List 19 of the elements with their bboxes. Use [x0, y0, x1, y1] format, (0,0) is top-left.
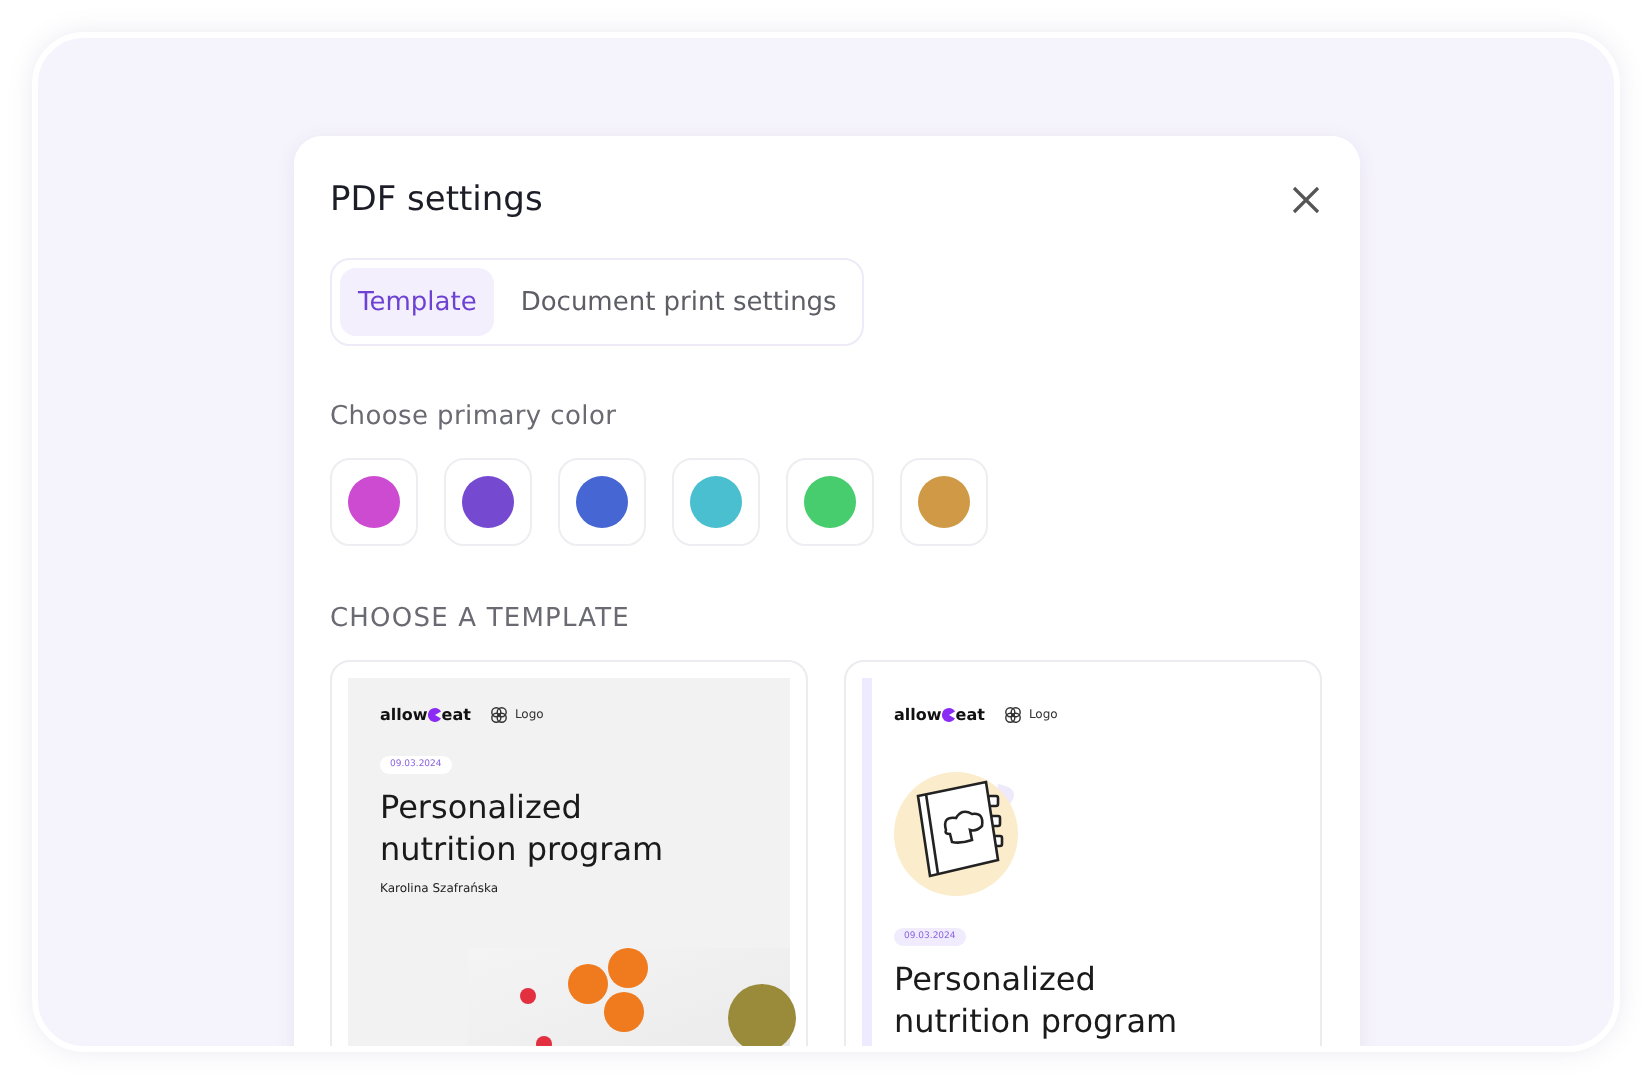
- color-swatch[interactable]: [786, 458, 874, 546]
- dialog-title: PDF settings: [330, 180, 543, 220]
- brand-logo: allow eat: [894, 706, 985, 724]
- document-title: Personalized nutrition program: [380, 786, 666, 870]
- logo-placeholder-icon: [490, 706, 509, 724]
- color-swatch[interactable]: [900, 458, 988, 546]
- tab[interactable]: Template: [340, 268, 495, 336]
- close-icon: [1292, 186, 1320, 214]
- section-label: Choose primary color: [330, 402, 619, 432]
- color-swatch[interactable]: [558, 458, 646, 546]
- color-swatch[interactable]: [444, 458, 532, 546]
- document-title: Personalized nutrition program: [894, 958, 1180, 1042]
- color-swatch[interactable]: [672, 458, 760, 546]
- tab[interactable]: Document print settings: [502, 268, 855, 336]
- color-swatch[interactable]: [330, 458, 418, 546]
- logo-placeholder-icon: [1004, 706, 1023, 724]
- section-label: CHOOSE A TEMPLATE: [330, 604, 632, 634]
- brand-logo: allow eat: [380, 706, 471, 724]
- close-button[interactable]: [1288, 182, 1324, 218]
